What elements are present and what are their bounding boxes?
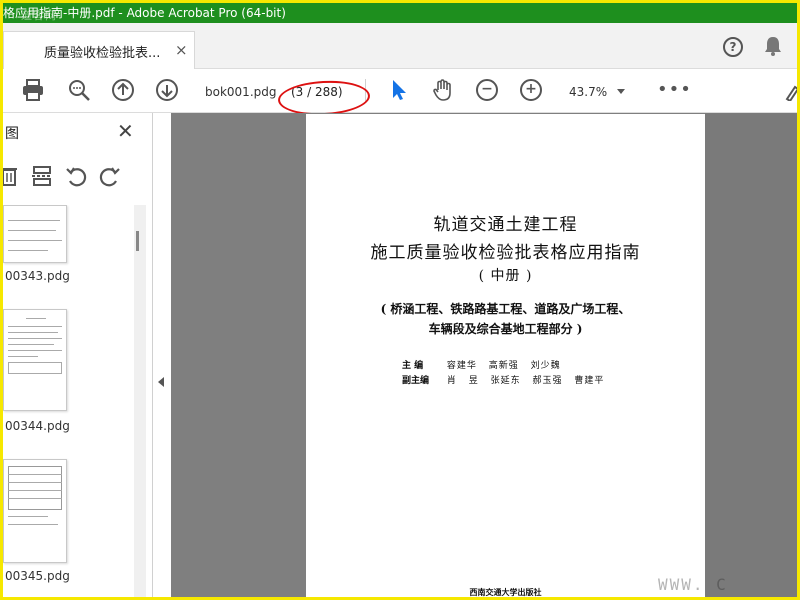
page-thumbnail[interactable] xyxy=(3,205,67,263)
doc-subtitle-line1: ( 桥涵工程、铁路路基工程、道路及广场工程、 xyxy=(380,302,631,316)
thumbnail-label: 00345.pdg xyxy=(5,569,70,583)
page-thumbnail[interactable] xyxy=(3,459,67,563)
zoom-out-icon[interactable]: − xyxy=(476,79,498,101)
document-tab-label: 质量验收检验批表... xyxy=(44,46,161,61)
collapse-panel-icon[interactable] xyxy=(158,377,164,387)
document-page: 轨道交通土建工程 施工质量验收检验批表格应用指南 ( 中册 ) ( 桥涵工程、铁… xyxy=(306,114,705,597)
deputy-names: 肖 昱 张延东 郝玉强 曹建平 xyxy=(446,376,605,386)
more-options-icon[interactable]: ••• xyxy=(657,79,692,100)
delete-page-icon[interactable] xyxy=(3,165,19,187)
thumbnail-label: 00343.pdg xyxy=(5,269,70,283)
print-icon[interactable] xyxy=(21,78,45,102)
deputy-editor-row: 副主编 肖 昱 张延东 郝玉强 曹建平 xyxy=(402,373,604,386)
next-page-icon[interactable] xyxy=(155,78,179,102)
previous-page-icon[interactable] xyxy=(111,78,135,102)
bell-icon[interactable] xyxy=(763,35,783,57)
deputy-role: 副主编 xyxy=(402,376,430,386)
zoom-search-icon[interactable] xyxy=(67,78,91,102)
doc-title-line2: 施工质量验收检验批表格应用指南 xyxy=(370,243,641,263)
page-thumbnail[interactable] xyxy=(3,309,67,411)
watermark-bottom: WWW. C xyxy=(658,575,728,594)
rotate-counterclockwise-icon[interactable] xyxy=(65,165,87,187)
rotate-clockwise-icon[interactable] xyxy=(99,165,121,187)
editor-row: 主 编 容建华 高新强 刘少魏 xyxy=(402,358,561,371)
watermark-top: 道客网 xyxy=(21,9,57,22)
panel-title: 图 xyxy=(5,126,19,142)
scrollbar-thumb[interactable] xyxy=(136,231,139,251)
extract-pages-icon[interactable] xyxy=(31,165,53,187)
document-view: 轨道交通土建工程 施工质量验收检验批表格应用指南 ( 中册 ) ( 桥涵工程、铁… xyxy=(171,113,797,597)
editor-names: 容建华 高新强 刘少魏 xyxy=(446,361,561,371)
thumbnail-list: 00343.pdg 00344.pdg 00345.pdg xyxy=(3,205,145,597)
pen-tool-icon[interactable] xyxy=(785,83,797,101)
title-bar: 格应用指南-中册.pdf - Adobe Acrobat Pro (64-bit… xyxy=(3,3,797,23)
publisher: 西南交通大学出版社 xyxy=(469,587,542,597)
document-tab[interactable]: 质量验收检验批表... × xyxy=(3,31,195,69)
tab-bar: 质量验收检验批表... × ? xyxy=(3,23,797,69)
page-number-input[interactable]: bok001.pdg xyxy=(197,81,279,103)
tab-close-icon[interactable]: × xyxy=(175,41,188,59)
doc-subtitle-line2: 车辆段及综合基地工程部分 ) xyxy=(428,322,583,336)
thumbnail-label: 00344.pdg xyxy=(5,419,70,433)
panel-close-icon[interactable]: ✕ xyxy=(117,119,134,143)
doc-title-line3: ( 中册 ) xyxy=(478,268,533,284)
hand-tool-icon[interactable] xyxy=(431,78,455,102)
doc-title-line1: 轨道交通土建工程 xyxy=(433,215,578,235)
app-window: 格应用指南-中册.pdf - Adobe Acrobat Pro (64-bit… xyxy=(3,3,797,597)
select-cursor-icon[interactable] xyxy=(387,78,411,102)
main-toolbar: bok001.pdg (3 / 288) − + 43.7% ••• xyxy=(3,69,797,113)
zoom-in-icon[interactable]: + xyxy=(520,79,542,101)
right-gutter xyxy=(705,113,797,597)
editor-role: 主 编 xyxy=(402,361,424,371)
help-icon[interactable]: ? xyxy=(723,37,743,57)
thumbnail-scrollbar[interactable] xyxy=(134,205,146,597)
thumbnail-toolbar xyxy=(3,163,153,191)
page-thumbnails-panel: 图 ✕ 00343.pdg 00344.pdg 00345.pdg xyxy=(3,113,153,597)
chevron-down-icon[interactable] xyxy=(617,89,625,94)
